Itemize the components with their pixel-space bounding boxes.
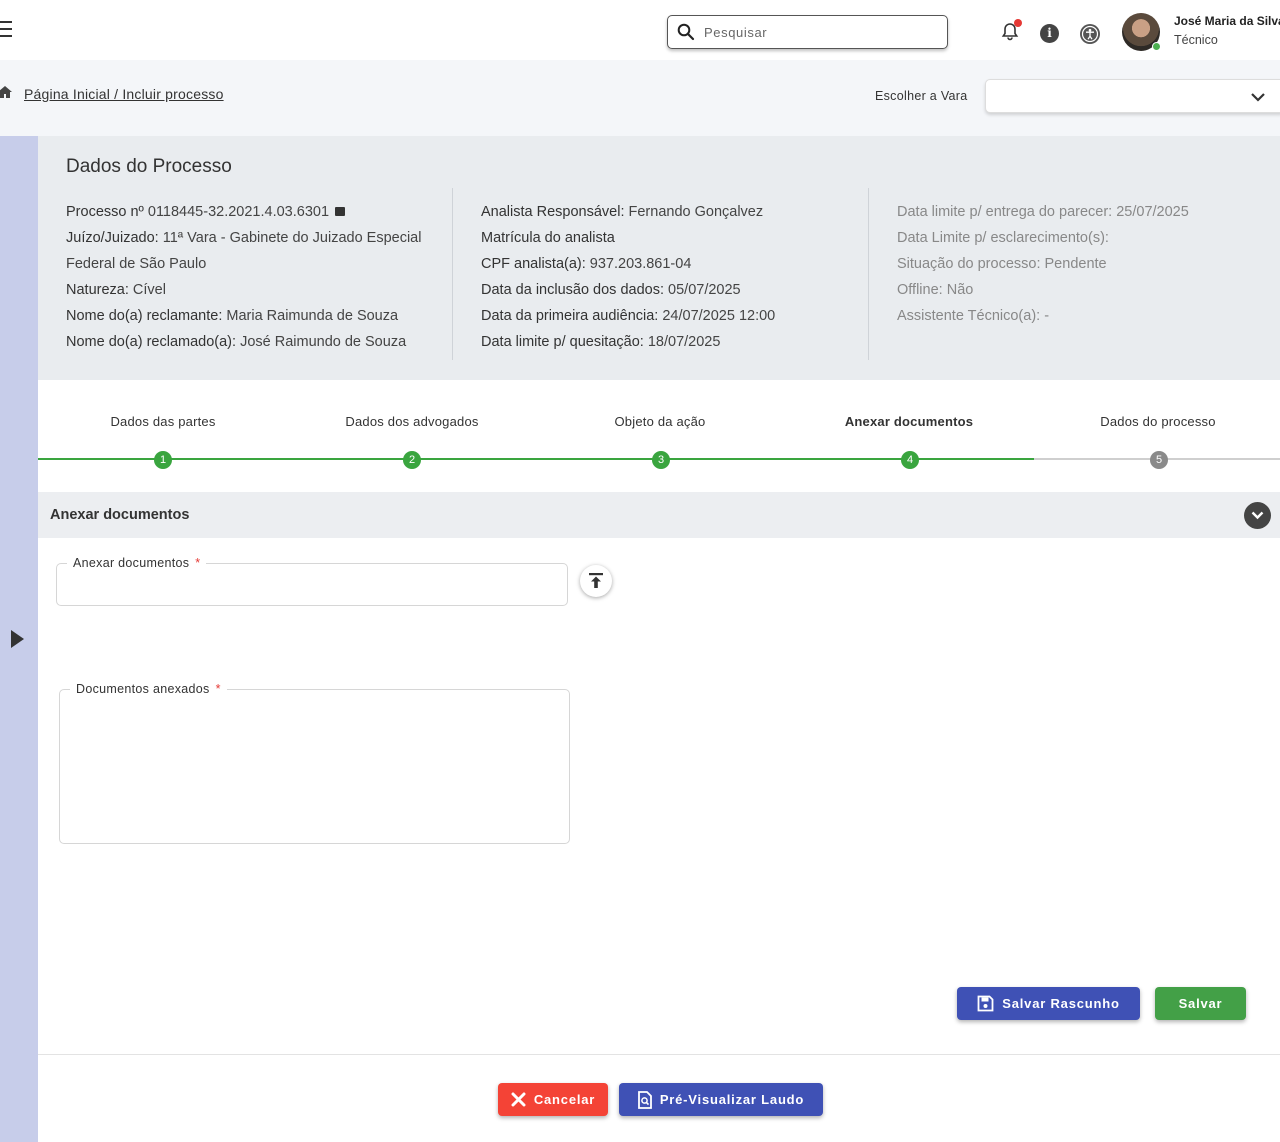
divider (38, 1054, 1280, 1055)
step-marker-4[interactable]: 4 (901, 451, 919, 469)
notification-bell-icon[interactable] (1000, 19, 1022, 42)
step-label-objeto-da-acao[interactable]: Objeto da ação (550, 414, 770, 429)
side-rail (0, 136, 38, 1142)
info-row: Nome do(a) reclamante: Maria Raimunda de… (66, 308, 399, 324)
user-name[interactable]: José Maria da Silva (1174, 14, 1280, 28)
info-row: Situação do processo: Pendente (897, 256, 1107, 272)
section-title: Anexar documentos (50, 507, 190, 523)
upload-button[interactable] (580, 565, 612, 597)
accessibility-icon[interactable] (1080, 24, 1100, 44)
chevron-down-icon (1251, 93, 1265, 102)
step-label-dados-do-processo[interactable]: Dados do processo (1048, 414, 1268, 429)
step-marker-5[interactable]: 5 (1150, 451, 1168, 469)
attach-documents-field[interactable]: Anexar documentos * (56, 556, 568, 606)
online-status-dot (1152, 42, 1161, 51)
panel-title: Dados do Processo (66, 156, 232, 177)
info-row: Nome do(a) reclamado(a): José Raimundo d… (66, 334, 407, 350)
info-row: Data limite p/ quesitação: 18/07/2025 (481, 334, 721, 350)
close-icon (511, 1092, 526, 1107)
info-row: Assistente Técnico(a): - (897, 308, 1050, 324)
step-marker-2[interactable]: 2 (403, 451, 421, 469)
vara-select[interactable] (985, 79, 1280, 113)
avatar[interactable] (1122, 13, 1161, 51)
step-label-anexar-documentos[interactable]: Anexar documentos (799, 414, 1019, 429)
divider (452, 188, 453, 360)
step-marker-3[interactable]: 3 (652, 451, 670, 469)
menu-icon[interactable] (0, 21, 12, 39)
attach-documents-label: Anexar documentos * (73, 556, 201, 570)
info-row: Data Limite p/ esclarecimento(s): (897, 230, 1109, 246)
step-progress-line (38, 458, 1034, 460)
preview-report-button[interactable]: Pré-Visualizar Laudo (619, 1083, 823, 1116)
process-data-panel: Dados do Processo Processo nº 0118445-32… (38, 136, 1280, 380)
search-input[interactable] (704, 22, 934, 42)
search-box[interactable] (667, 15, 948, 49)
save-draft-button[interactable]: Salvar Rascunho (957, 987, 1140, 1020)
info-row: Matrícula do analista (481, 230, 615, 246)
chevron-down-icon (1251, 511, 1264, 520)
notification-dot (1014, 19, 1022, 27)
document-search-icon (637, 1090, 652, 1109)
save-button[interactable]: Salvar (1155, 987, 1246, 1020)
cancel-button[interactable]: Cancelar (498, 1083, 608, 1116)
expand-sidebar-icon[interactable] (11, 630, 24, 648)
info-row: Data limite p/ entrega do parecer: 25/07… (897, 204, 1189, 220)
process-info-column-2: Analista Responsável: Fernando Gonçalvez… (481, 199, 861, 355)
info-row: CPF analista(a): 937.203.861-04 (481, 256, 692, 272)
top-bar: i José Maria da Silva Técnico (0, 0, 1280, 60)
attached-documents-label: Documentos anexados * (76, 682, 221, 696)
breadcrumb-bar: Página Inicial / Incluir processo Escolh… (0, 60, 1280, 136)
user-role: Técnico (1174, 33, 1218, 47)
upload-icon (589, 573, 603, 588)
collapse-button[interactable] (1244, 502, 1271, 529)
copy-icon[interactable] (335, 207, 346, 216)
process-info-column-1: Processo nº 0118445-32.2021.4.03.6301 Ju… (66, 199, 446, 355)
info-icon[interactable]: i (1040, 24, 1059, 43)
divider (868, 188, 869, 360)
info-row: Data da inclusão dos dados: 05/07/2025 (481, 282, 741, 298)
info-row: Natureza: Cível (66, 282, 166, 298)
floppy-disk-icon (977, 995, 994, 1012)
step-label-dados-dos-advogados[interactable]: Dados dos advogados (302, 414, 522, 429)
breadcrumb[interactable]: Página Inicial / Incluir processo (24, 86, 224, 102)
info-row: Offline: Não (897, 282, 974, 298)
process-info-column-3: Data limite p/ entrega do parecer: 25/07… (897, 199, 1277, 329)
info-row: Juízo/Juizado: 11ª Vara - Gabinete do Ju… (66, 230, 422, 272)
step-marker-1[interactable]: 1 (154, 451, 172, 469)
step-label-dados-das-partes[interactable]: Dados das partes (53, 414, 273, 429)
vara-label: Escolher a Vara (875, 89, 968, 103)
search-icon (677, 23, 695, 41)
section-header: Anexar documentos (38, 492, 1280, 538)
info-row: Processo nº 0118445-32.2021.4.03.6301 (66, 199, 446, 225)
attached-documents-field[interactable]: Documentos anexados * (59, 682, 570, 844)
home-icon[interactable] (0, 84, 13, 100)
info-row: Analista Responsável: Fernando Gonçalvez (481, 204, 764, 220)
info-row: Data da primeira audiência: 24/07/2025 1… (481, 308, 776, 324)
